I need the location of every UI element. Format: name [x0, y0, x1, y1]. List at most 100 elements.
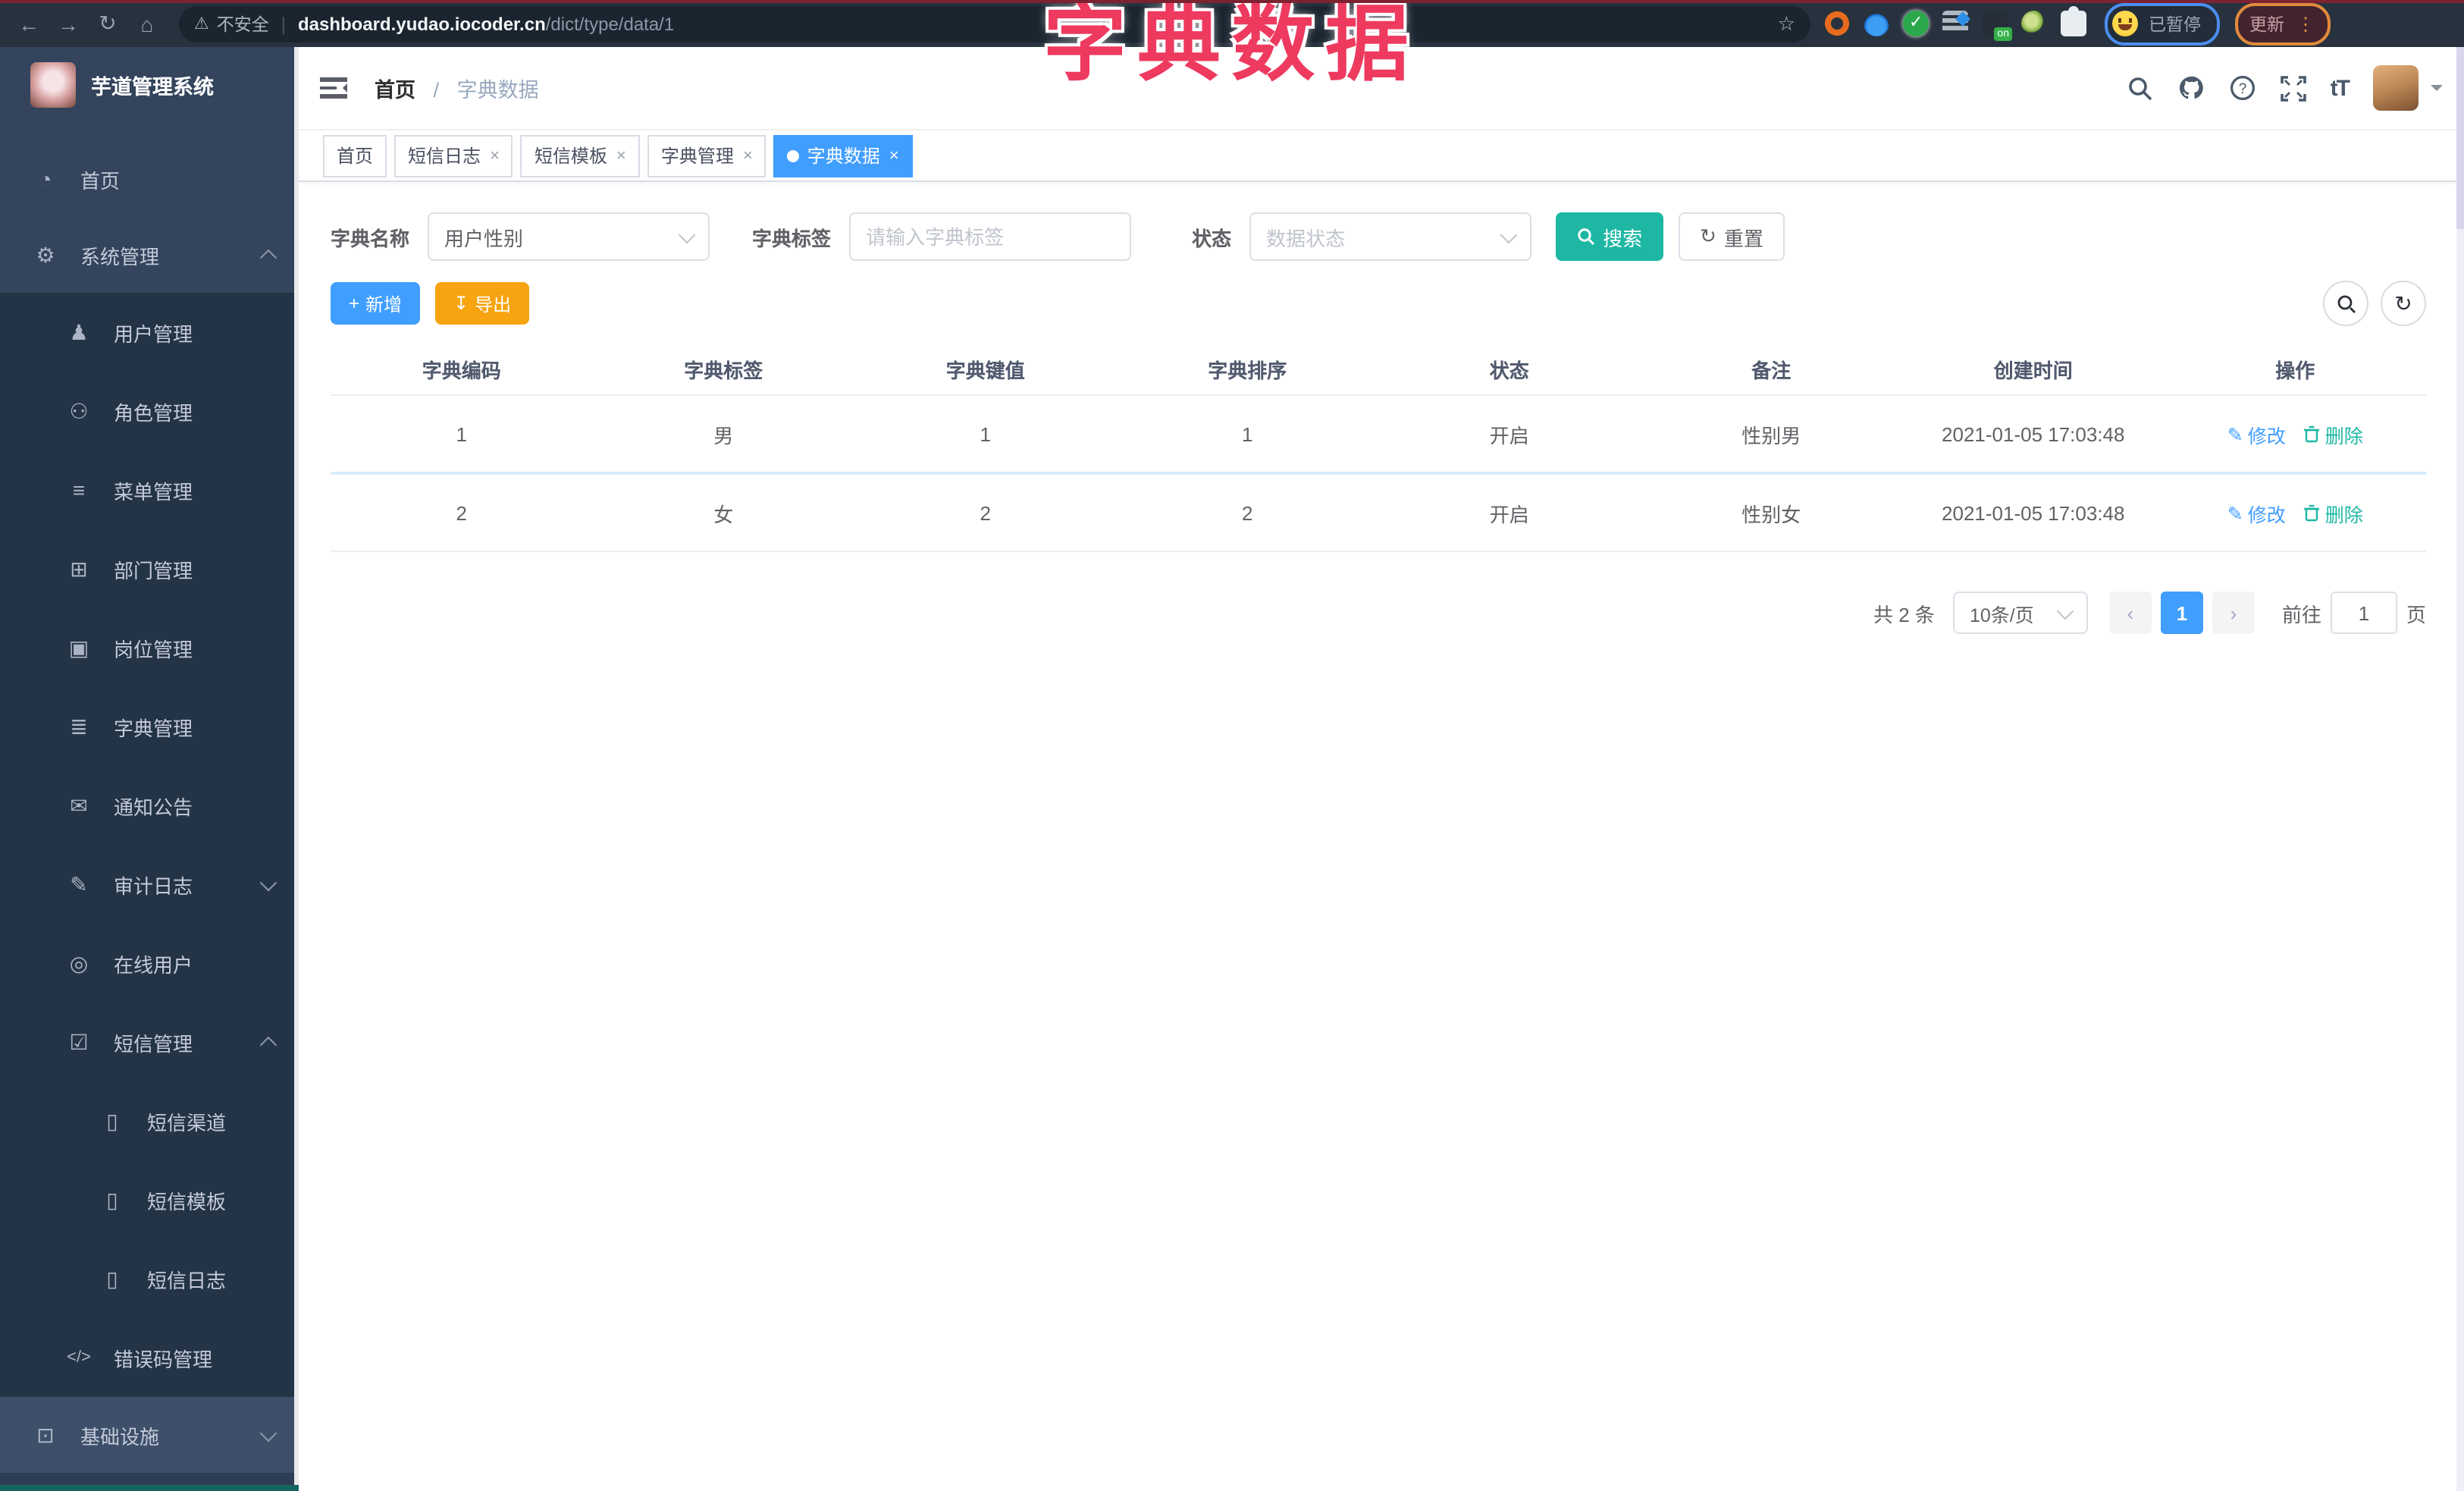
phone-icon: ▯: [106, 1187, 118, 1211]
close-icon[interactable]: ×: [616, 146, 626, 165]
prev-page-button[interactable]: ‹: [2108, 592, 2152, 634]
export-button[interactable]: ↧ 导出: [435, 282, 530, 325]
security-label[interactable]: 不安全: [217, 11, 269, 36]
search-icon[interactable]: [2127, 75, 2153, 101]
sidebar-item-label: 通知公告: [114, 796, 193, 818]
goto-page-input[interactable]: [2330, 592, 2397, 634]
delete-button[interactable]: 删除: [2304, 498, 2363, 527]
sidebar-item-sms-channel[interactable]: ▯ 短信渠道: [0, 1081, 299, 1160]
current-page-button[interactable]: 1: [2160, 592, 2203, 634]
help-icon[interactable]: ?: [2229, 74, 2256, 102]
next-page-button[interactable]: ›: [2212, 592, 2255, 634]
caret-down-icon[interactable]: [2431, 85, 2443, 97]
tab-dict-management[interactable]: 字典管理 ×: [647, 134, 766, 177]
cell-label: 男: [713, 424, 734, 447]
sidebar-item-user-management[interactable]: ♟ 用户管理: [0, 293, 299, 372]
extension-icon[interactable]: [1942, 11, 1968, 36]
extension-icon[interactable]: [1824, 11, 1850, 36]
bookmark-star-icon[interactable]: ☆: [1778, 11, 1795, 36]
page-scrollbar[interactable]: [2456, 47, 2464, 1491]
dict-label-input[interactable]: [849, 212, 1132, 261]
extension-icon[interactable]: [1903, 11, 1929, 36]
breadcrumb-home[interactable]: 首页: [375, 79, 415, 102]
trash-icon: [2304, 425, 2321, 443]
edit-button[interactable]: ✎ 修改: [2227, 498, 2286, 527]
cell-created: 2021-01-05 17:03:48: [1942, 501, 2125, 524]
sidebar-item-sms-management[interactable]: ☑ 短信管理: [0, 1003, 299, 1081]
page-suffix-label: 页: [2406, 603, 2426, 626]
tab-sms-log[interactable]: 短信日志 ×: [394, 134, 513, 177]
edit-button[interactable]: ✎ 修改: [2227, 419, 2286, 448]
tab-sms-template[interactable]: 短信模板 ×: [520, 134, 640, 177]
close-icon[interactable]: ×: [743, 146, 753, 165]
sidebar-item-department-management[interactable]: ⊞ 部门管理: [0, 529, 299, 608]
font-size-icon[interactable]: tT: [2331, 75, 2350, 101]
extension-icon[interactable]: [2021, 11, 2047, 36]
pagination: 共 2 条 10条/页 ‹ 1 › 前往 页: [331, 592, 2426, 634]
sidebar-item-system-management[interactable]: ⚙ 系统管理: [0, 217, 299, 293]
tags-view-bar: 首页 短信日志 × 短信模板 × 字典管理 × 字典数据 ×: [299, 130, 2464, 182]
page-size-select[interactable]: 10条/页: [1952, 592, 2088, 634]
sidebar-item-home[interactable]: ◔ 首页: [0, 141, 299, 217]
browser-back-icon[interactable]: ←: [9, 11, 49, 36]
browser-profile-chip[interactable]: 已暂停: [2105, 2, 2219, 45]
sidebar-item-error-code-management[interactable]: </> 错误码管理: [0, 1318, 299, 1397]
app-logo[interactable]: 芋道管理系统: [0, 47, 299, 123]
table-row: 1 男 1 1 开启 性别男 2021-01-05 17:03:48 ✎ 修改: [331, 396, 2426, 472]
extension-icon[interactable]: on: [1982, 11, 2012, 41]
code-icon: </>: [67, 1348, 91, 1367]
sidebar-item-sms-log[interactable]: ▯ 短信日志: [0, 1239, 299, 1318]
fullscreen-icon[interactable]: [2280, 75, 2306, 101]
browser-menu-icon[interactable]: ⋮: [2296, 13, 2315, 34]
dict-data-table: 字典编码 字典标签 字典键值 字典排序 状态 备注 创建时间 操作 1 男 1 …: [331, 343, 2426, 552]
sidebar-item-dict-management[interactable]: ≣ 字典管理: [0, 687, 299, 766]
add-button[interactable]: + 新增: [331, 282, 421, 325]
delete-button[interactable]: 删除: [2304, 419, 2363, 448]
page-size-value: 10条/页: [1969, 604, 2034, 626]
user-avatar[interactable]: [2373, 65, 2419, 111]
sidebar-item-notice-announcement[interactable]: ✉ 通知公告: [0, 766, 299, 845]
browser-reload-icon[interactable]: ↻: [88, 11, 127, 36]
browser-forward-icon[interactable]: →: [49, 11, 88, 36]
status-placeholder: 数据状态: [1266, 227, 1346, 250]
extensions-puzzle-icon[interactable]: [2061, 6, 2086, 36]
pencil-icon: ✎: [2227, 503, 2243, 524]
reset-button[interactable]: ↻ 重置: [1679, 212, 1785, 261]
tab-dict-data[interactable]: 字典数据 ×: [773, 134, 913, 177]
dict-name-select[interactable]: 用户性别: [428, 212, 710, 261]
sidebar-item-menu-management[interactable]: ≡ 菜单管理: [0, 450, 299, 529]
toggle-search-button[interactable]: [2323, 281, 2368, 326]
address-bar[interactable]: ⚠ 不安全 | dashboard.yudao.iocoder.cn /dict…: [179, 5, 1810, 42]
sidebar-item-label: 基础设施: [80, 1425, 160, 1448]
refresh-table-button[interactable]: ↻: [2381, 281, 2426, 326]
badge-icon: ▣: [68, 635, 89, 659]
sidebar-item-post-management[interactable]: ▣ 岗位管理: [0, 608, 299, 687]
search-button[interactable]: 搜索: [1556, 212, 1664, 261]
browser-home-icon[interactable]: ⌂: [127, 11, 167, 36]
col-header-label: 字典标签: [684, 359, 763, 381]
status-select[interactable]: 数据状态: [1249, 212, 1532, 261]
sidebar-item-audit-log[interactable]: ✎ 审计日志: [0, 845, 299, 924]
browser-update-button[interactable]: 更新 ⋮: [2234, 2, 2330, 45]
sidebar-item-sms-template[interactable]: ▯ 短信模板: [0, 1160, 299, 1239]
sidebar-item-role-management[interactable]: ⚇ 角色管理: [0, 372, 299, 450]
github-icon[interactable]: [2177, 74, 2205, 102]
roles-icon: ⚇: [69, 398, 89, 422]
breadcrumb-current: 字典数据: [456, 79, 539, 102]
annotation-overlay-title: 字典数据: [1043, 0, 1420, 91]
logo-image: [30, 62, 76, 108]
search-button-label: 搜索: [1603, 227, 1643, 250]
close-icon[interactable]: ×: [889, 146, 899, 165]
sidebar-item-online-users[interactable]: ◎ 在线用户: [0, 924, 299, 1003]
add-button-label: 新增: [365, 293, 403, 315]
cell-created: 2021-01-05 17:03:48: [1942, 422, 2125, 445]
extension-icon[interactable]: [1864, 11, 1889, 36]
tab-home[interactable]: 首页: [323, 134, 387, 177]
sidebar-item-infrastructure[interactable]: ⊡ 基础设施: [0, 1397, 299, 1473]
cell-code: 1: [456, 422, 467, 445]
close-icon[interactable]: ×: [490, 146, 500, 165]
table-header-row: 字典编码 字典标签 字典键值 字典排序 状态 备注 创建时间 操作: [331, 343, 2426, 396]
sidebar-scrollbar[interactable]: [294, 47, 299, 1491]
annotation-top-line: [0, 0, 2464, 3]
sidebar-collapse-icon[interactable]: [320, 77, 347, 99]
